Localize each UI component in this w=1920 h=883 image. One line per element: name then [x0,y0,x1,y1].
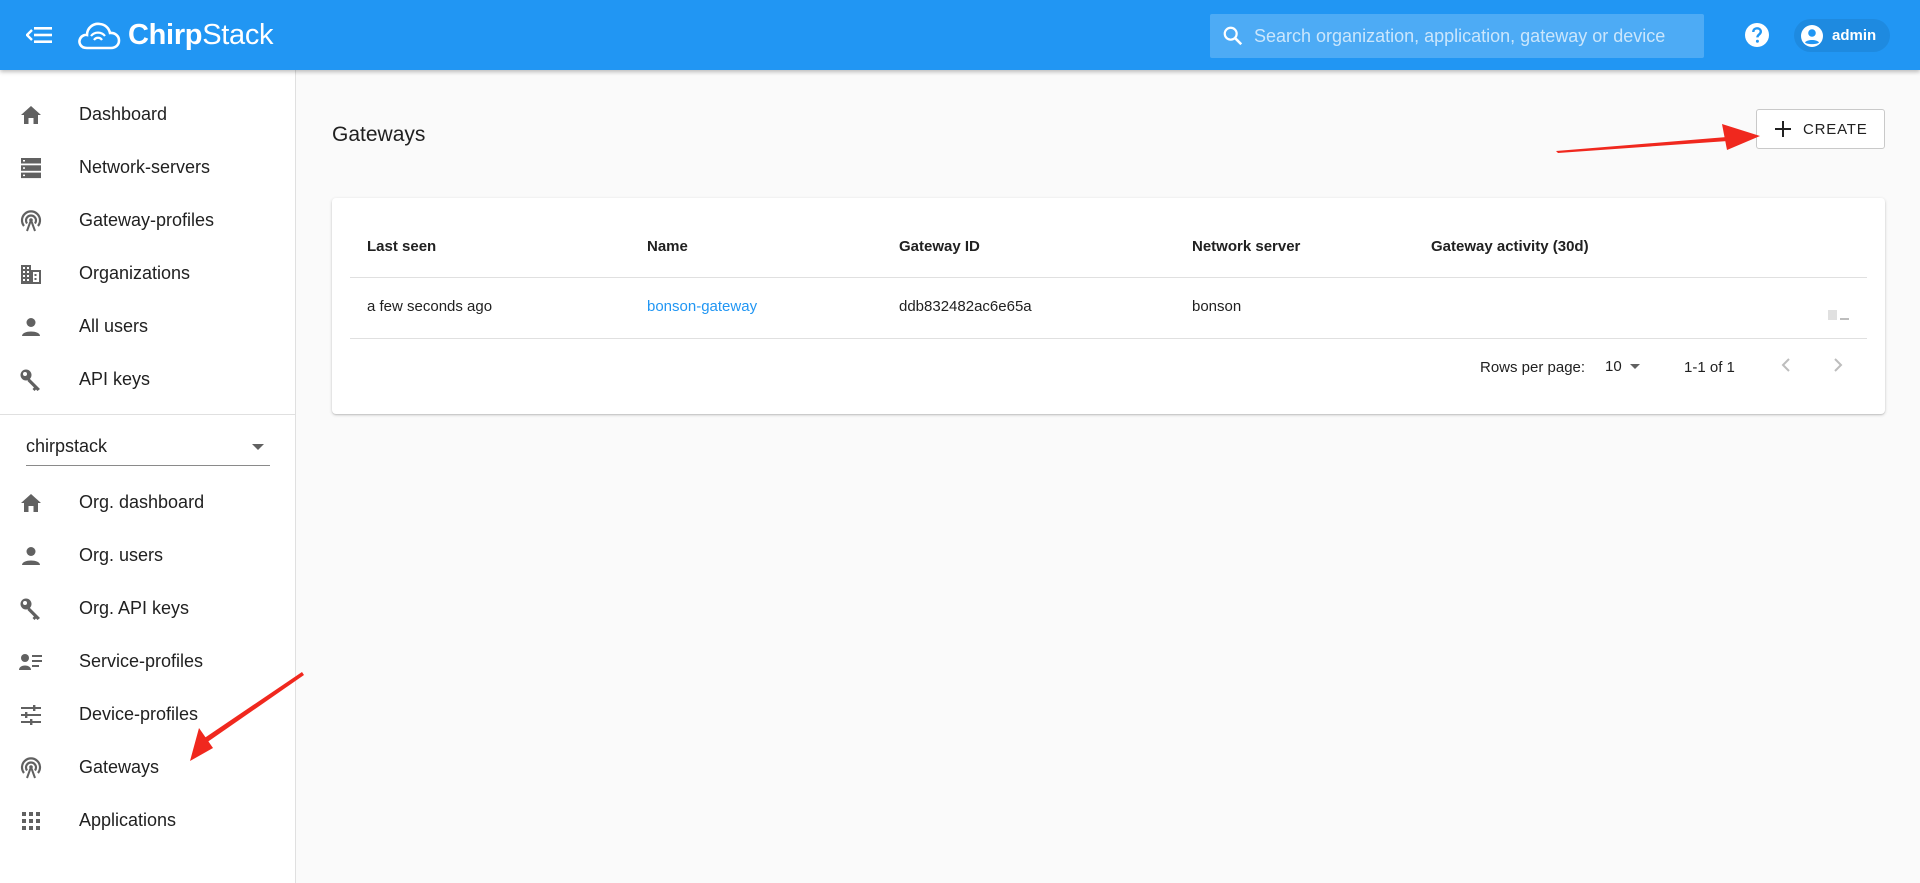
column-header-last-seen: Last seen [367,238,437,255]
cell-gateway-id: ddb832482ac6e65a [899,298,1032,315]
cloud-logo-icon [78,22,121,50]
gateway-name-link[interactable]: bonson-gateway [647,298,757,315]
account-circle-icon [1801,24,1823,47]
sidebar-item-gateway-profiles[interactable]: Gateway-profiles [0,194,295,247]
chirpstack-logo[interactable]: ChirpStack [76,14,274,56]
server-icon [19,156,43,180]
help-button[interactable] [1744,22,1770,48]
sidebar-item-api-keys[interactable]: API keys [0,353,295,406]
column-header-name: Name [647,238,688,255]
user-menu-chip[interactable]: admin [1794,19,1891,52]
search-input[interactable] [1254,25,1694,47]
page-title: Gateways [332,123,426,146]
dropdown-caret-icon [1629,363,1640,369]
header-divider [350,277,1867,278]
search-icon [1223,26,1243,46]
menu-open-icon [26,27,52,43]
top-app-bar: ChirpStack admin [0,0,1920,70]
sidebar-item-dashboard[interactable]: Dashboard [0,88,295,141]
sidebar-item-label: Gateway-profiles [79,210,215,230]
cell-network-server: bonson [1192,298,1242,315]
sidebar-item-label: Dashboard [79,104,168,124]
sidebar-item-label: Applications [79,810,177,830]
row-divider [350,338,1867,339]
sidebar-item-applications[interactable]: Applications [0,794,295,847]
home-icon [19,491,43,515]
column-header-network-server: Network server [1192,238,1301,255]
sidebar-item-org-dashboard[interactable]: Org. dashboard [0,476,295,529]
tune-icon [19,703,43,727]
column-header-gateway-id: Gateway ID [899,238,980,255]
home-icon [19,103,43,127]
account-list-icon [19,650,43,674]
logo-text: ChirpStack [128,18,274,51]
help-circle-icon [1745,23,1769,47]
organization-select[interactable]: chirpstack [26,426,270,466]
broadcast-icon [19,209,43,233]
menu-collapse-button[interactable] [24,22,54,48]
create-gateway-button[interactable]: CREATE [1756,109,1885,149]
chevron-right-icon [1834,358,1843,372]
sidebar-item-label: Network-servers [79,157,211,177]
rows-per-page-select[interactable]: 10 [1605,351,1653,381]
key-icon [19,368,43,392]
sidebar-item-label: Org. users [79,545,164,565]
building-icon [19,262,43,286]
global-search[interactable] [1210,14,1704,58]
gateways-table-card: Last seen Name Gateway ID Network server… [332,198,1885,414]
pagination-range: 1-1 of 1 [1684,359,1735,376]
sidebar: Dashboard Network-servers Gateway-profil… [0,70,296,883]
sidebar-item-label: Organizations [79,263,191,283]
person-icon [19,315,43,339]
plus-icon [1775,121,1791,137]
key-icon [19,597,43,621]
apps-grid-icon [19,809,43,833]
sidebar-item-device-profiles[interactable]: Device-profiles [0,688,295,741]
person-icon [19,544,43,568]
sidebar-item-org-users[interactable]: Org. users [0,529,295,582]
sidebar-item-label: Org. API keys [79,598,190,618]
sidebar-item-network-servers[interactable]: Network-servers [0,141,295,194]
previous-page-button[interactable] [1771,350,1801,380]
sidebar-item-label: Service-profiles [79,651,204,671]
sidebar-item-service-profiles[interactable]: Service-profiles [0,635,295,688]
annotation-arrow-to-create [1556,124,1760,153]
sidebar-item-all-users[interactable]: All users [0,300,295,353]
activity-sparkline [1828,310,1849,320]
rows-per-page-label: Rows per page: [1480,359,1586,376]
organization-select-value: chirpstack [26,436,108,456]
sidebar-item-organizations[interactable]: Organizations [0,247,295,300]
sidebar-item-org-api-keys[interactable]: Org. API keys [0,582,295,635]
sidebar-divider [0,414,295,415]
next-page-button[interactable] [1823,350,1853,380]
sidebar-item-gateways[interactable]: Gateways [0,741,295,794]
dropdown-caret-icon [252,444,264,450]
chevron-left-icon [1781,358,1790,372]
user-name: admin [1832,27,1877,44]
cell-last-seen: a few seconds ago [367,298,493,315]
rows-per-page-value: 10 [1605,357,1622,375]
create-button-label: CREATE [1803,120,1868,138]
sidebar-item-label: Gateways [79,757,160,777]
broadcast-icon [19,756,43,780]
sidebar-item-label: API keys [79,369,151,389]
sidebar-item-label: All users [79,316,149,336]
sidebar-item-label: Device-profiles [79,704,199,724]
sidebar-item-label: Org. dashboard [79,492,205,512]
column-header-gateway-activity: Gateway activity (30d) [1431,238,1589,255]
